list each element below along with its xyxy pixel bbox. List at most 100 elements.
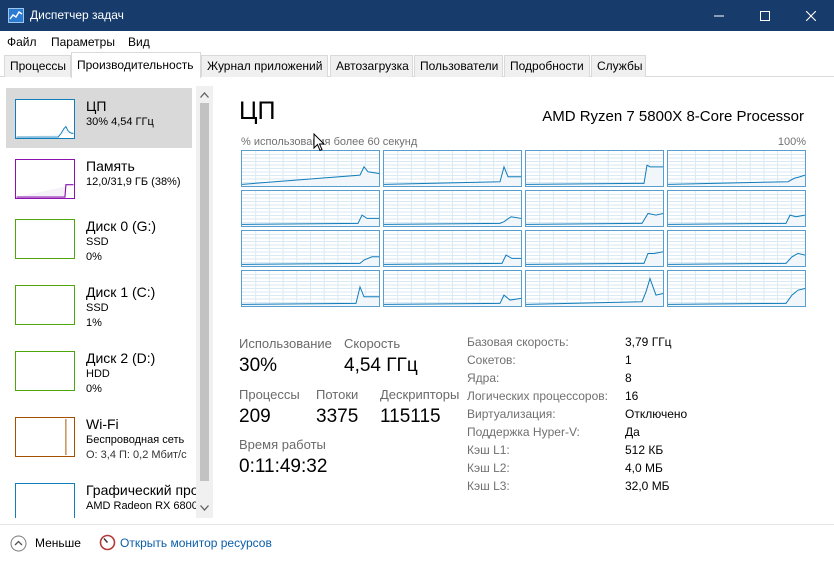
- spec-l2-label: Кэш L2:: [467, 461, 510, 475]
- spec-cores-label: Ядра:: [467, 371, 500, 385]
- logical-processor-graph: [241, 190, 380, 227]
- sidebar-item-disk-1[interactable]: Диск 1 (C:) SSD 1%: [6, 274, 192, 334]
- graph-caption: % использования более 60 секунд: [241, 136, 418, 148]
- scroll-down-button[interactable]: [200, 503, 209, 513]
- logical-processor-plot: [526, 231, 663, 266]
- menu-view[interactable]: Вид: [128, 35, 150, 49]
- logical-processor-plot: [668, 191, 805, 226]
- sidebar-item-wifi[interactable]: Wi-Fi Беспроводная сеть О: 3,4 П: 0,2 Мб…: [6, 406, 192, 466]
- close-icon: [806, 10, 816, 21]
- graph-max-label: 100%: [777, 136, 806, 148]
- logical-processor-plot: [668, 231, 805, 266]
- sidebar-item-detail: 30% 4,54 ГГц: [86, 116, 154, 128]
- cpu-thumbnail-graph: [15, 99, 75, 139]
- uptime-label: Время работы: [239, 437, 326, 452]
- logical-processor-graph: [241, 270, 380, 307]
- sidebar-item-cpu[interactable]: ЦП 30% 4,54 ГГц: [6, 88, 192, 148]
- scroll-up-button[interactable]: [200, 90, 209, 100]
- tab-strip: Процессы Производительность Журнал прило…: [0, 52, 834, 78]
- tab-processes[interactable]: Процессы: [4, 55, 71, 77]
- tab-users[interactable]: Пользователи: [414, 55, 503, 77]
- spec-sockets-value: 1: [625, 353, 632, 367]
- menu-bar: Файл Параметры Вид: [0, 31, 834, 52]
- sidebar-item-type: HDD: [86, 368, 110, 380]
- spec-hyperv-value: Да: [625, 425, 640, 439]
- speed-value: 4,54 ГГц: [344, 355, 418, 376]
- mouse-cursor-icon: [313, 133, 326, 152]
- memory-thumbnail-graph: [15, 159, 75, 199]
- gpu-thumbnail-graph: [15, 483, 75, 518]
- spec-sockets-label: Сокетов:: [467, 353, 516, 367]
- sidebar-item-name: Графический процессор 0: [86, 482, 213, 498]
- logical-processor-plot: [384, 271, 521, 306]
- logical-processor-graph: [241, 150, 380, 187]
- sidebar-item-detail: 0%: [86, 383, 102, 395]
- minimize-button[interactable]: [696, 0, 742, 31]
- logical-processor-graph: [525, 230, 664, 267]
- spec-logical-value: 16: [625, 389, 639, 403]
- sidebar-item-disk-0[interactable]: Диск 0 (G:) SSD 0%: [6, 208, 192, 268]
- spec-l1-value: 512 КБ: [625, 443, 664, 457]
- logical-processor-graph: [383, 270, 522, 307]
- logical-processor-graphs: [241, 150, 808, 310]
- sidebar-item-gpu[interactable]: Графический процессор 0 AMD Radeon RX 68…: [6, 472, 213, 518]
- sidebar-item-type: SSD: [86, 236, 109, 248]
- handles-label: Дескрипторы: [380, 387, 460, 402]
- logical-processor-graph: [525, 270, 664, 307]
- logical-processor-graph: [525, 150, 664, 187]
- scrollbar-thumb[interactable]: [200, 103, 209, 481]
- logical-processor-graph: [241, 230, 380, 267]
- sidebar-item-type: Беспроводная сеть: [86, 434, 185, 446]
- sidebar-item-name: Память: [86, 158, 135, 174]
- tab-app-history[interactable]: Журнал приложений: [201, 55, 328, 77]
- menu-options[interactable]: Параметры: [51, 35, 115, 49]
- logical-processor-plot: [526, 151, 663, 186]
- chevron-up-circle-icon[interactable]: [10, 535, 27, 552]
- logical-processor-graph: [667, 190, 806, 227]
- sidebar-item-name: ЦП: [86, 98, 107, 114]
- handles-value: 115115: [380, 406, 441, 427]
- maximize-icon: [760, 10, 770, 21]
- processes-value: 209: [239, 406, 271, 427]
- open-resource-monitor-link[interactable]: Открыть монитор ресурсов: [120, 536, 272, 550]
- tab-startup[interactable]: Автозагрузка: [330, 55, 413, 77]
- menu-file[interactable]: Файл: [7, 35, 37, 49]
- tab-services[interactable]: Службы: [591, 55, 646, 77]
- spec-logical-label: Логических процессоров:: [467, 389, 608, 403]
- footer: Меньше Открыть монитор ресурсов: [0, 524, 834, 566]
- sidebar-item-type: SSD: [86, 302, 109, 314]
- logical-processor-graph: [383, 230, 522, 267]
- sidebar-item-memory[interactable]: Память 12,0/31,9 ГБ (38%): [6, 148, 192, 208]
- fewer-details-button[interactable]: Меньше: [35, 536, 81, 550]
- spec-l3-label: Кэш L3:: [467, 479, 510, 493]
- maximize-button[interactable]: [742, 0, 788, 31]
- spec-virtualization-value: Отключено: [625, 407, 688, 421]
- chevron-up-icon: [200, 92, 209, 98]
- tab-details[interactable]: Подробности: [504, 55, 590, 77]
- spec-l2-value: 4,0 МБ: [625, 461, 663, 475]
- tab-performance[interactable]: Производительность: [71, 52, 201, 78]
- close-button[interactable]: [788, 0, 834, 31]
- sidebar-item-detail: 1%: [86, 317, 102, 329]
- speed-label: Скорость: [344, 336, 401, 351]
- logical-processor-plot: [668, 271, 805, 306]
- sidebar-item-disk-2[interactable]: Диск 2 (D:) HDD 0%: [6, 340, 192, 400]
- sidebar-item-name: Диск 0 (G:): [86, 218, 157, 234]
- logical-processor-graph: [667, 150, 806, 187]
- spec-hyperv-label: Поддержка Hyper-V:: [467, 425, 580, 439]
- logical-processor-plot: [384, 191, 521, 226]
- threads-label: Потоки: [316, 387, 359, 402]
- logical-processor-plot: [668, 151, 805, 186]
- window-title: Диспетчер задач: [30, 8, 124, 22]
- sidebar-scrollbar[interactable]: [196, 86, 213, 518]
- disk-1-thumbnail-graph: [15, 285, 75, 325]
- sidebar-item-type: AMD Radeon RX 6800: [86, 500, 198, 512]
- processes-label: Процессы: [239, 387, 300, 402]
- usage-label: Использование: [239, 336, 332, 351]
- resource-list: ЦП 30% 4,54 ГГц Память 12,0/31,9 ГБ (38%…: [0, 86, 213, 518]
- sidebar-item-name: Диск 1 (C:): [86, 284, 156, 300]
- disk-2-thumbnail-graph: [15, 351, 75, 391]
- chevron-down-icon: [200, 505, 209, 511]
- sidebar-item-detail: О: 3,4 П: 0,2 Мбит/с: [86, 449, 187, 461]
- title-bar: Диспетчер задач: [0, 0, 834, 31]
